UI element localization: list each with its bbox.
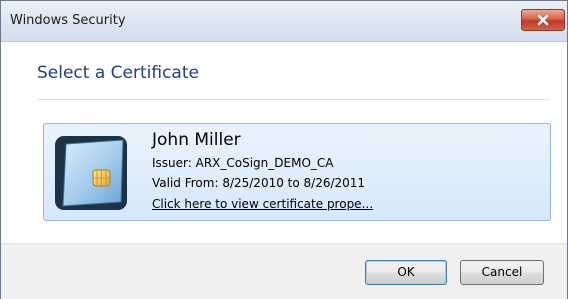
- view-properties-link[interactable]: Click here to view certificate prope...: [152, 197, 373, 211]
- certificate-name: John Miller: [152, 130, 241, 150]
- divider: [37, 99, 549, 100]
- smart-card-icon: [55, 136, 127, 210]
- title-bar[interactable]: Windows Security: [1, 1, 567, 42]
- close-button[interactable]: [521, 9, 565, 31]
- button-bar: OK Cancel: [1, 243, 567, 299]
- close-icon: [537, 14, 549, 26]
- security-dialog: Windows Security Select a Certificate Jo…: [0, 0, 568, 299]
- cancel-button[interactable]: Cancel: [460, 260, 544, 285]
- certificate-tile[interactable]: John Miller Issuer: ARX_CoSign_DEMO_CA V…: [43, 123, 551, 221]
- ok-button[interactable]: OK: [365, 260, 447, 285]
- certificate-validity: Valid From: 8/25/2010 to 8/26/2011: [152, 176, 366, 190]
- certificate-issuer: Issuer: ARX_CoSign_DEMO_CA: [152, 156, 334, 170]
- dialog-heading: Select a Certificate: [37, 63, 199, 83]
- window-title: Windows Security: [10, 13, 126, 28]
- dialog-content: Select a Certificate John Miller Issuer:…: [1, 42, 567, 242]
